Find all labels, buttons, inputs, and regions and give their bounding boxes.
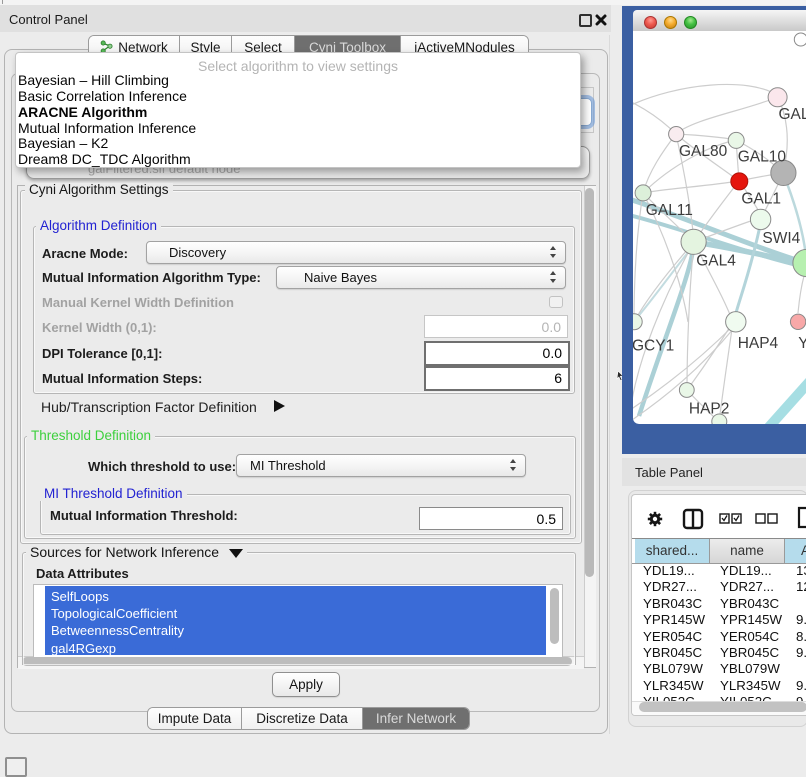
svg-text:Y: Y [798, 335, 806, 352]
svg-text:SWI4: SWI4 [762, 230, 800, 247]
svg-text:GAL11: GAL11 [646, 202, 693, 219]
svg-text:GAL8: GAL8 [779, 106, 806, 123]
svg-text:GAL4: GAL4 [696, 252, 736, 269]
svg-text:GAL10: GAL10 [738, 148, 787, 165]
svg-text:HAP4: HAP4 [738, 335, 779, 352]
svg-text:GAL80: GAL80 [679, 143, 728, 160]
svg-text:GCY1: GCY1 [633, 338, 674, 355]
svg-text:GAL1: GAL1 [741, 190, 781, 207]
svg-text:HAP2: HAP2 [689, 401, 730, 418]
